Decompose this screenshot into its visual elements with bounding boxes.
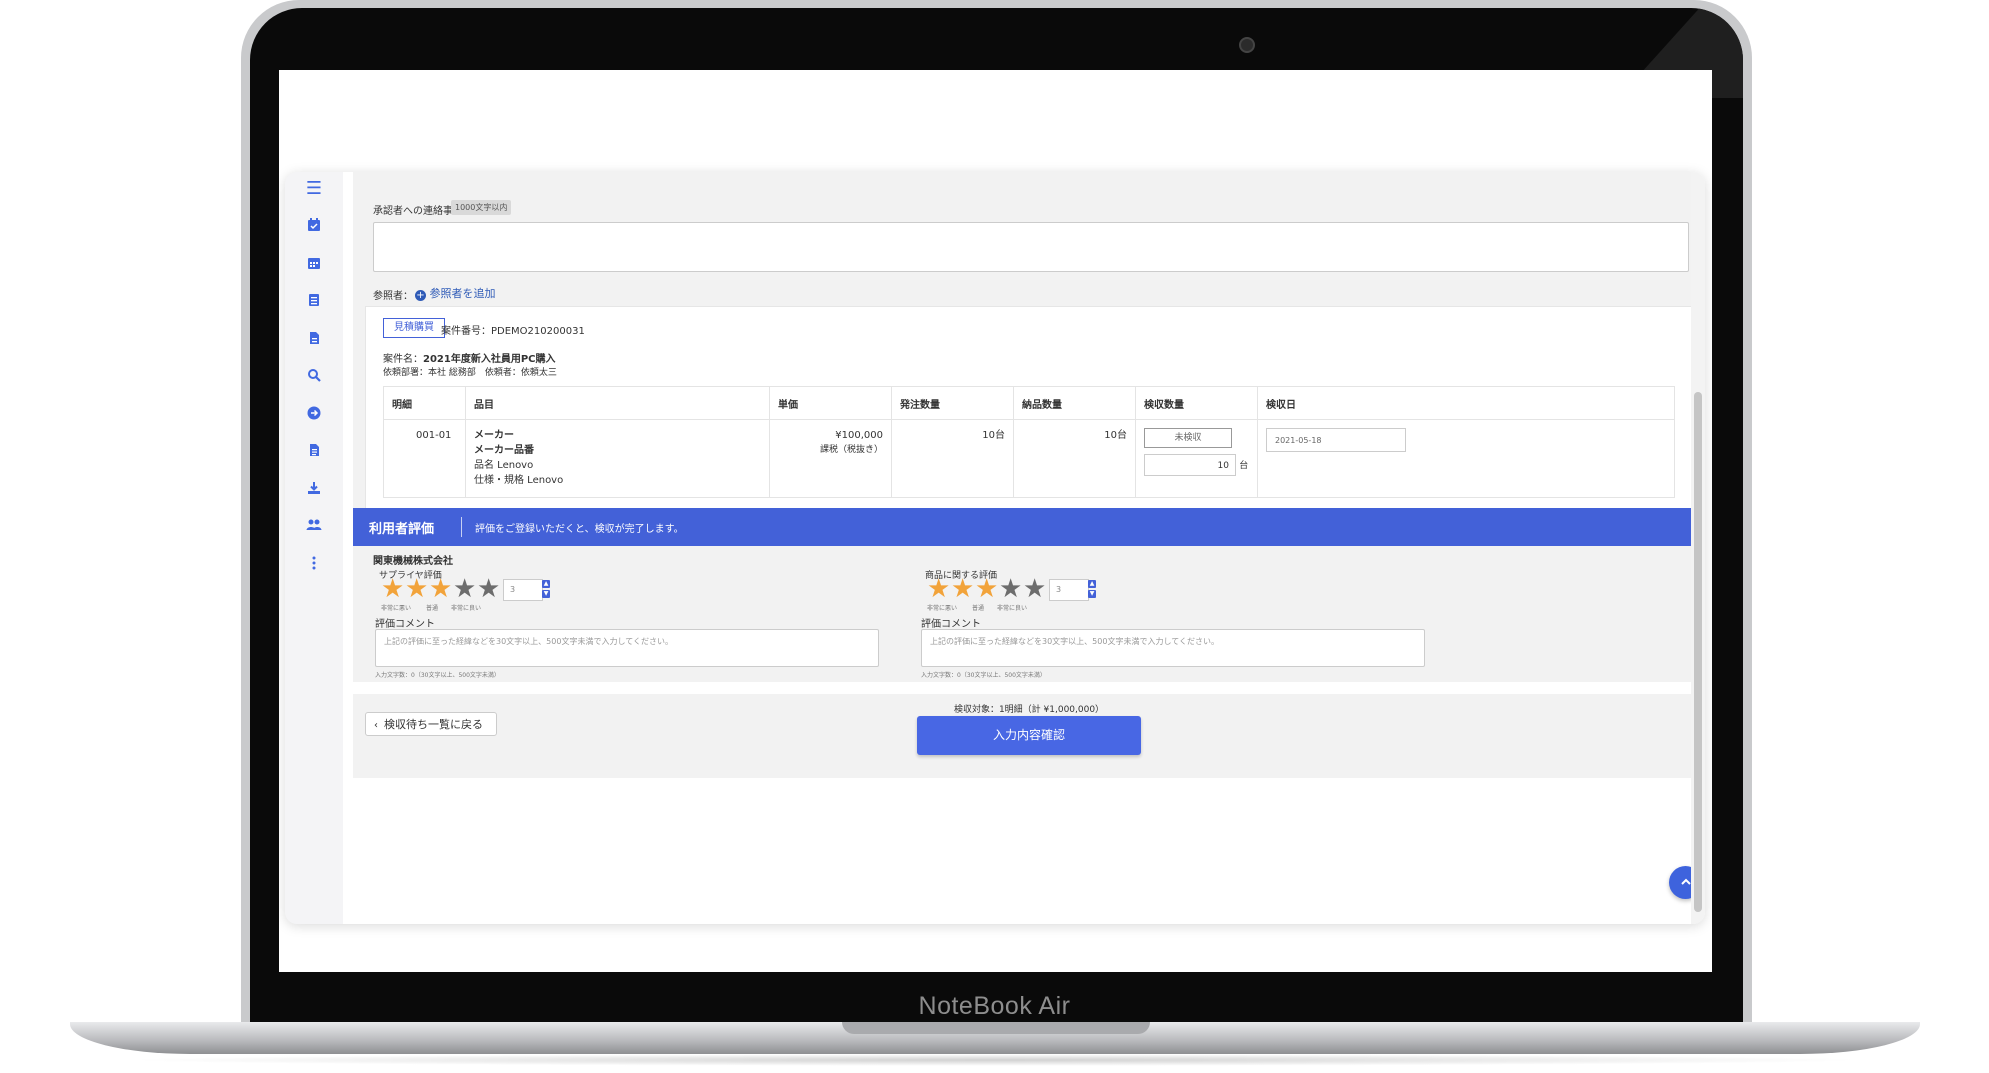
back-button[interactable]: ‹ 検収待ち一覧に戻る [365, 712, 497, 736]
more-vertical-icon[interactable] [305, 556, 323, 574]
laptop-notch [842, 1022, 1150, 1034]
col-order-qty: 発注数量 [891, 386, 1014, 420]
main-content: 承認者への連絡事項 1000文字以内 参照者： + 参照者を追加 見積購買 案件… [343, 172, 1705, 924]
increment-icon[interactable]: ▲ [542, 580, 550, 588]
col-unit-price: 単価 [769, 386, 892, 420]
scrollbar[interactable] [1691, 172, 1705, 924]
banner-message: 評価をご登録いただくと、検収が完了します。 [475, 524, 684, 535]
inspection-date-cell: 2021-05-18 [1257, 419, 1675, 498]
approver-note-label: 承認者への連絡事項 [373, 206, 463, 217]
banner-title: 利用者評価 [369, 522, 435, 537]
decrement-icon[interactable]: ▼ [542, 590, 550, 598]
download-icon[interactable] [305, 481, 323, 499]
scale-low: 非常に悪い [381, 605, 412, 612]
table-header-row: 明細 品目 単価 発注数量 納品数量 検収数量 検収日 [383, 386, 1675, 420]
chevron-left-icon: ‹ [374, 720, 378, 731]
col-inspection-date: 検収日 [1257, 386, 1675, 420]
rating-input[interactable]: 3 [503, 579, 543, 601]
star-icon[interactable]: ★ [453, 576, 476, 602]
item-spec: 仕様・規格 Lenovo [474, 475, 564, 486]
star-icon[interactable]: ★ [951, 576, 974, 602]
app-window: ☰ 承認者への連絡事項 1000文字以内 参照者： + 参照者を追加 見積購買 … [285, 172, 1705, 924]
plus-circle-icon: + [415, 290, 426, 301]
summary-text: 検収対象：1明細（計 ¥1,000,000） [953, 705, 1105, 715]
item-maker: メーカー [474, 430, 514, 441]
unit-price: ¥100,000 [835, 430, 883, 441]
scale-high: 非常に良い [997, 605, 1028, 612]
delivered-qty: 10台 [1013, 419, 1136, 498]
rating-input[interactable]: 3 [1049, 579, 1089, 601]
inspection-date-input[interactable]: 2021-05-18 [1266, 428, 1406, 452]
scale-high: 非常に良い [451, 605, 482, 612]
comment-field[interactable]: 上記の評価に至った経緯などを30文字以上、500文字未満で入力してください。 [921, 629, 1425, 667]
inspection-qty-input[interactable]: 10 [1144, 454, 1236, 476]
limit-chip: 1000文字以内 [451, 200, 512, 215]
decrement-icon[interactable]: ▼ [1088, 590, 1096, 598]
order-type-badge: 見積購買 [383, 318, 445, 338]
line-number: 001-01 [383, 419, 466, 498]
unit-price-cell: ¥100,000 課税（税抜き） [769, 419, 892, 498]
search-icon[interactable] [305, 368, 323, 386]
chevron-up-icon [1680, 878, 1691, 885]
col-delivered-qty: 納品数量 [1013, 386, 1136, 420]
star-icon[interactable]: ★ [1023, 576, 1046, 602]
list-icon[interactable] [305, 293, 323, 311]
comment-label: 評価コメント [921, 619, 981, 630]
calendar-check-icon[interactable] [305, 218, 323, 236]
users-icon[interactable] [305, 518, 323, 536]
star-icon[interactable]: ★ [975, 576, 998, 602]
calendar-icon[interactable] [305, 256, 323, 274]
char-count: 入力文字数：0（30文字以上、500文字未満） [921, 672, 1046, 679]
file-icon[interactable] [305, 331, 323, 349]
document-icon[interactable] [305, 443, 323, 461]
items-table: 明細 品目 単価 発注数量 納品数量 検収数量 検収日 001-01 メーカー [383, 386, 1675, 498]
requester-info: 依頼部署：本社 総務部 依頼者：依頼太三 [383, 368, 557, 378]
order-qty: 10台 [891, 419, 1014, 498]
reference-label: 参照者： [373, 291, 413, 302]
comment-placeholder: 上記の評価に至った経緯などを30文字以上、500文字未満で入力してください。 [384, 637, 673, 646]
col-line: 明細 [383, 386, 466, 420]
arrow-circle-right-icon[interactable] [305, 406, 323, 424]
col-inspection-qty: 検収数量 [1135, 386, 1258, 420]
item-name: 品名 Lenovo [474, 460, 534, 471]
case-name: 案件名：2021年度新入社員用PC購入 [383, 354, 556, 365]
star-icon[interactable]: ★ [999, 576, 1022, 602]
increment-icon[interactable]: ▲ [1088, 580, 1096, 588]
sidebar: ☰ [285, 172, 344, 924]
scale-mid: 普通 [972, 605, 985, 612]
menu-icon[interactable]: ☰ [305, 180, 323, 198]
star-icon[interactable]: ★ [429, 576, 452, 602]
col-item: 品目 [465, 386, 770, 420]
confirm-button[interactable]: 入力内容確認 [917, 716, 1141, 755]
inspection-status-button[interactable]: 未検収 [1144, 428, 1232, 448]
case-number: 案件番号：PDEMO210200031 [441, 326, 585, 337]
scroll-thumb[interactable] [1694, 392, 1702, 912]
star-icon[interactable]: ★ [477, 576, 500, 602]
tax-note: 課税（税抜き） [819, 445, 883, 455]
inspection-qty-cell: 未検収 10 台 [1135, 419, 1258, 498]
inspection-unit: 台 [1239, 461, 1249, 471]
device-brand: NoteBook Air [918, 992, 1071, 1020]
add-reference-link[interactable]: + 参照者を追加 [415, 285, 496, 301]
comment-placeholder: 上記の評価に至った経緯などを30文字以上、500文字未満で入力してください。 [930, 637, 1219, 646]
evaluation-banner: 利用者評価 評価をご登録いただくと、検収が完了します。 [353, 508, 1691, 546]
supplier-name: 関東機械株式会社 [373, 556, 453, 567]
star-icon[interactable]: ★ [381, 576, 404, 602]
star-icon[interactable]: ★ [927, 576, 950, 602]
char-count: 入力文字数：0（30文字以上、500文字未満） [375, 672, 500, 679]
item-cell: メーカー メーカー品番 品名 Lenovo 仕様・規格 Lenovo [465, 419, 770, 498]
scale-low: 非常に悪い [927, 605, 958, 612]
screen: ☰ 承認者への連絡事項 1000文字以内 参照者： + 参照者を追加 見積購買 … [279, 70, 1712, 972]
table-row: 001-01 メーカー メーカー品番 品名 Lenovo 仕様・規格 Lenov… [383, 419, 1675, 498]
scale-mid: 普通 [426, 605, 439, 612]
comment-field[interactable]: 上記の評価に至った経緯などを30文字以上、500文字未満で入力してください。 [375, 629, 879, 667]
approver-note-field[interactable] [373, 222, 1689, 272]
camera-icon [1239, 37, 1255, 53]
item-maker-code: メーカー品番 [474, 445, 534, 456]
banner-divider [461, 517, 462, 537]
comment-label: 評価コメント [375, 619, 435, 630]
star-icon[interactable]: ★ [405, 576, 428, 602]
laptop-shadow [120, 1054, 1870, 1066]
